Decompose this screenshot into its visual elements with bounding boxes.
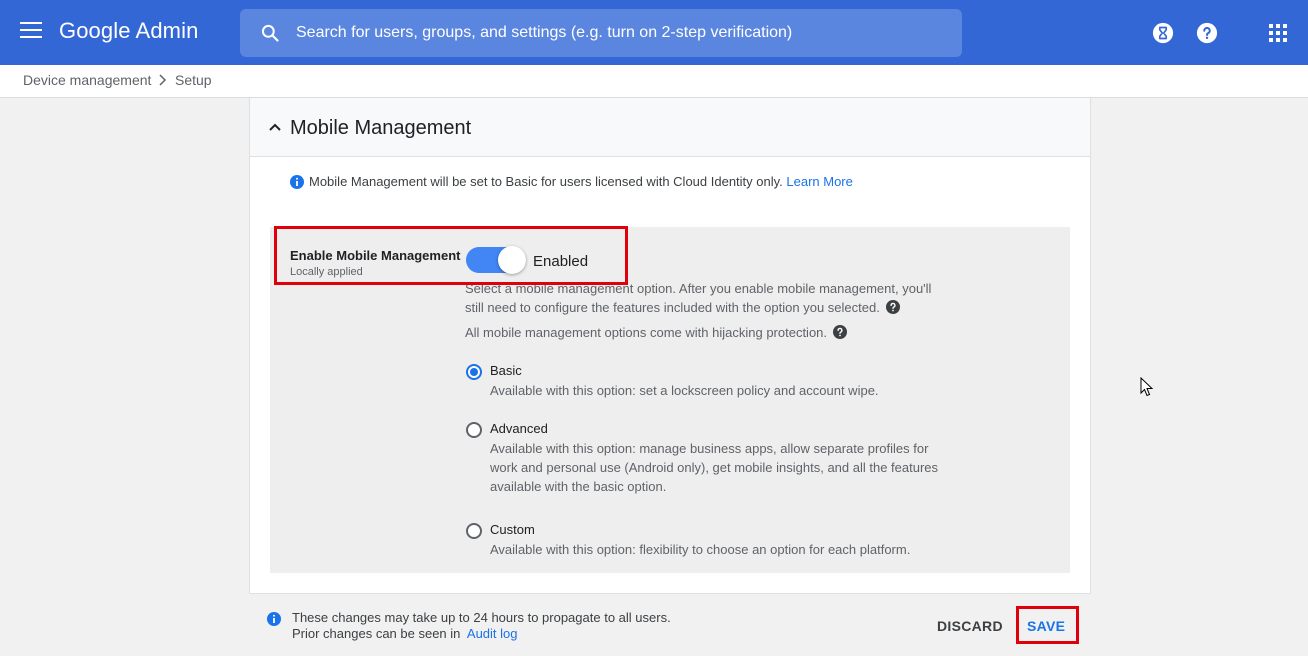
audit-log-link[interactable]: Audit log [467,626,518,641]
breadcrumb-setup: Setup [175,72,212,88]
setting-panel: Enable Mobile Management Locally applied… [270,227,1070,573]
hijacking-note: All mobile management options come with … [465,323,848,342]
radio-basic[interactable] [466,364,482,380]
apps-grid-icon[interactable] [1268,23,1288,43]
card-header[interactable]: Mobile Management [250,98,1090,157]
hourglass-icon[interactable] [1152,22,1174,44]
app-title[interactable]: Google Admin [59,18,198,44]
option-title: Basic [490,363,522,378]
info-message: Mobile Management will be set to Basic f… [290,174,853,189]
help-icon[interactable] [1196,22,1218,44]
setting-description: Select a mobile management option. After… [465,281,932,315]
search-input[interactable] [296,9,946,57]
toggle-status-label: Enabled [533,253,589,270]
breadcrumb-device-management[interactable]: Device management [23,72,151,88]
chevron-up-icon[interactable] [267,119,283,135]
radio-advanced[interactable] [466,422,482,438]
setting-sublabel: Locally applied [290,266,363,278]
option-title: Custom [490,522,535,537]
card-title: Mobile Management [290,117,472,139]
learn-more-link[interactable]: Learn More [786,174,852,189]
help-icon[interactable] [885,300,900,314]
mobile-management-card: Mobile Management Mobile Management will… [249,98,1091,594]
info-icon [290,175,304,189]
save-button[interactable]: SAVE [1027,618,1065,634]
menu-icon[interactable] [20,22,42,42]
option-description: Available with this option: flexibility … [490,542,911,557]
enable-mobile-management-toggle[interactable] [466,246,526,274]
chevron-right-icon [159,74,167,86]
search-icon[interactable] [260,23,280,43]
breadcrumb: Device management Setup [0,65,1308,98]
audit-log-text: Prior changes can be seen in Audit log [292,626,518,641]
toggle-thumb [498,246,526,274]
help-icon[interactable] [833,325,848,339]
radio-custom[interactable] [466,523,482,539]
mouse-cursor-icon [1140,377,1154,397]
propagation-text: These changes may take up to 24 hours to… [292,610,671,625]
top-app-bar: Google Admin [0,0,1308,65]
setting-label: Enable Mobile Management [290,248,461,263]
discard-button[interactable]: DISCARD [937,618,1003,634]
option-description: Available with this option: set a locksc… [490,383,879,398]
option-description: Available with this option: manage busin… [490,441,939,494]
info-text: Mobile Management will be set to Basic f… [309,174,783,189]
search-box[interactable] [240,9,962,57]
option-title: Advanced [490,421,548,436]
info-icon [267,612,281,626]
